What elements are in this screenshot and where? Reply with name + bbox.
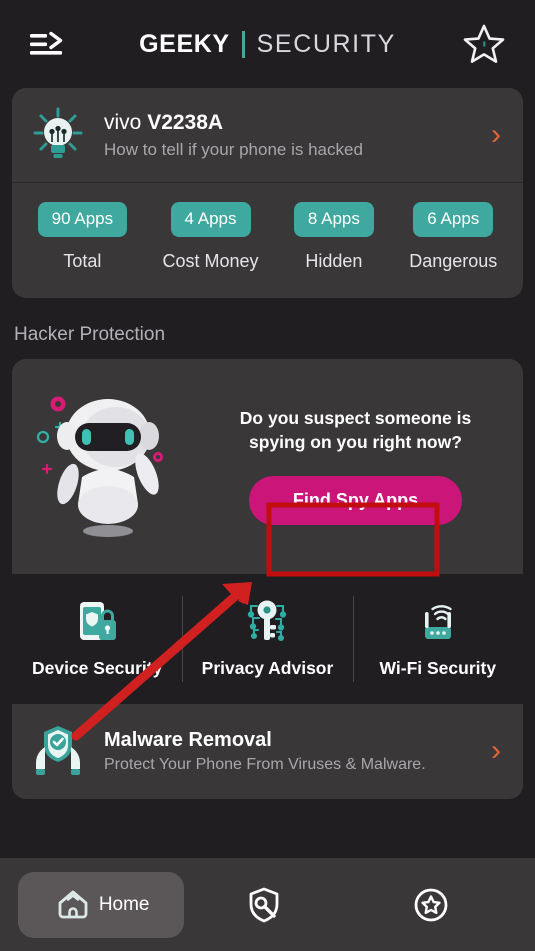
- device-title: vivo V2238A: [104, 110, 471, 136]
- stat-badge: 90 Apps: [37, 202, 128, 237]
- device-text-block: vivo V2238A How to tell if your phone is…: [104, 110, 471, 159]
- favorite-button[interactable]: [453, 20, 507, 68]
- feature-privacy-advisor[interactable]: Privacy Advisor: [182, 595, 352, 682]
- feature-shortcut-row: Device Security Privacy Advisor Wi-Fi Se…: [0, 573, 535, 704]
- chevron-right-icon[interactable]: ›: [485, 736, 507, 766]
- top-app-bar: GEEKY SECURITY: [0, 0, 535, 88]
- stat-label: Dangerous: [409, 250, 498, 271]
- malware-subtitle: Protect Your Phone From Viruses & Malwar…: [104, 755, 426, 773]
- lightbulb-idea-icon: [26, 103, 90, 167]
- nav-item-home[interactable]: Home: [18, 871, 185, 938]
- device-brand: vivo: [104, 111, 148, 135]
- stat-label: Total: [63, 250, 102, 271]
- brand-separator: [241, 30, 245, 58]
- stat-label: Cost Money: [162, 250, 259, 271]
- star-outline-icon: [463, 24, 505, 63]
- robot-mascot-icon: [12, 359, 202, 574]
- hands-shield-check-icon: [26, 719, 90, 783]
- shield-wrench-icon: [250, 887, 279, 922]
- hamburger-arrow-icon: [30, 31, 63, 55]
- main-content: vivo V2238A How to tell if your phone is…: [0, 88, 535, 858]
- star-circle-icon: [414, 888, 448, 921]
- nav-item-favorites[interactable]: [351, 872, 517, 938]
- feature-label: Wi-Fi Security: [379, 658, 497, 679]
- device-model: V2238A: [147, 111, 224, 135]
- malware-title: Malware Removal: [104, 728, 272, 751]
- spy-question-line-2: spying on you right now?: [249, 431, 462, 452]
- bottom-navigation-bar: Home: [0, 858, 535, 951]
- stat-dangerous[interactable]: 6 Apps Dangerous: [409, 202, 497, 272]
- malware-text-block: Malware Removal Protect Your Phone From …: [104, 729, 471, 774]
- brand-secondary-text: SECURITY: [256, 29, 396, 58]
- nav-item-tools[interactable]: [184, 872, 350, 938]
- stat-badge: 4 Apps: [170, 202, 251, 237]
- hacker-protection-card: Do you suspect someone is spying on you …: [12, 358, 523, 574]
- hacker-protection-text-block: Do you suspect someone is spying on you …: [202, 407, 523, 526]
- malware-removal-card[interactable]: Malware Removal Protect Your Phone From …: [12, 703, 523, 799]
- stat-badge: 6 Apps: [413, 202, 494, 237]
- device-info-card[interactable]: vivo V2238A How to tell if your phone is…: [12, 88, 523, 182]
- chevron-right-icon[interactable]: ›: [485, 120, 507, 150]
- menu-button[interactable]: [28, 22, 82, 66]
- stat-cost-money[interactable]: 4 Apps Cost Money: [162, 202, 259, 272]
- app-screen: GEEKY SECURITY vivo V2238A How to tell i…: [0, 0, 535, 951]
- app-stats-card: 90 Apps Total 4 Apps Cost Money 8 Apps H…: [12, 182, 523, 298]
- feature-label: Privacy Advisor: [201, 658, 334, 679]
- device-subtitle: How to tell if your phone is hacked: [104, 139, 363, 159]
- section-title-hacker-protection: Hacker Protection: [14, 323, 166, 345]
- brand-logo: GEEKY SECURITY: [139, 30, 396, 59]
- nav-label-home: Home: [98, 893, 150, 915]
- key-circuit-icon: [248, 600, 287, 642]
- spy-question-line-1: Do you suspect someone is: [239, 408, 472, 429]
- stat-badge: 8 Apps: [293, 202, 374, 237]
- find-spy-apps-button[interactable]: Find Spy Apps: [248, 476, 463, 526]
- stat-label: Hidden: [305, 250, 363, 271]
- wifi-router-icon: [424, 605, 452, 640]
- phone-shield-lock-icon: [80, 602, 117, 641]
- spy-question-text: Do you suspect someone is spying on you …: [240, 407, 471, 454]
- feature-wifi-security[interactable]: Wi-Fi Security: [352, 595, 523, 682]
- feature-device-security[interactable]: Device Security: [12, 596, 182, 682]
- home-icon: [58, 890, 88, 918]
- stat-total[interactable]: 90 Apps Total: [37, 202, 128, 272]
- feature-label: Device Security: [31, 658, 163, 679]
- brand-primary-text: GEEKY: [139, 29, 230, 58]
- stat-hidden[interactable]: 8 Apps Hidden: [293, 202, 374, 272]
